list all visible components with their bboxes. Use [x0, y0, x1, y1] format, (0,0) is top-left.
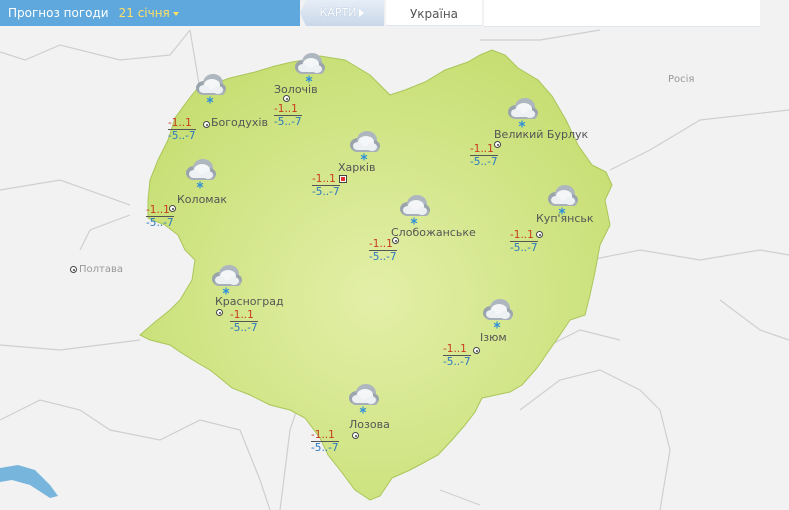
- city-dot-icon: [283, 95, 290, 102]
- night-temperature: -5..-7: [470, 156, 498, 168]
- city-dot-icon: [352, 432, 359, 439]
- forecast-title-tab: Прогноз погоди 21 січня: [0, 0, 300, 26]
- day-temperature: -1..1: [470, 143, 498, 156]
- maps-tab[interactable]: КАРТИ: [300, 0, 384, 26]
- city-name[interactable]: Харків: [338, 161, 375, 174]
- night-temperature: -5..-7: [274, 116, 302, 128]
- city-name[interactable]: Коломак: [177, 193, 227, 206]
- city-dot-icon: [203, 121, 210, 128]
- night-temperature: -5..-7: [311, 442, 339, 454]
- day-temperature: -1..1: [443, 343, 471, 356]
- city-name[interactable]: Богодухів: [211, 116, 268, 129]
- cloud-snow-icon: [350, 131, 380, 161]
- day-temperature: -1..1: [230, 309, 258, 322]
- country-label-russia: Росія: [668, 74, 695, 85]
- city-name[interactable]: Красноград: [215, 295, 284, 308]
- region-tab-ukraine[interactable]: Україна: [386, 0, 482, 26]
- cloud-snow-icon: [212, 265, 242, 295]
- cloud-snow-icon: [295, 53, 325, 83]
- temperature-block: -1..1 -5..-7: [274, 103, 302, 128]
- night-temperature: -5..-7: [146, 217, 174, 229]
- night-temperature: -5..-7: [168, 130, 196, 142]
- cloud-snow-icon: [186, 159, 216, 189]
- regional-center-icon: [339, 175, 347, 183]
- temperature-block: -1..1 -5..-7: [311, 429, 339, 454]
- night-temperature: -5..-7: [443, 356, 471, 368]
- city-name[interactable]: Великий Бурлук: [494, 128, 588, 141]
- night-temperature: -5..-7: [230, 322, 258, 334]
- night-temperature: -5..-7: [510, 242, 538, 254]
- temperature-block: -1..1 -5..-7: [470, 143, 498, 168]
- region-label: Україна: [409, 7, 459, 21]
- day-temperature: -1..1: [274, 103, 302, 116]
- temperature-block: -1..1 -5..-7: [369, 238, 397, 263]
- temperature-block: -1..1 -5..-7: [510, 229, 538, 254]
- cloud-snow-icon: [483, 299, 513, 329]
- city-name[interactable]: Лозова: [349, 418, 390, 431]
- temperature-block: -1..1 -5..-7: [146, 204, 174, 229]
- cloud-snow-icon: [196, 74, 226, 104]
- top-bar: Прогноз погоди 21 січня КАРТИ Україна: [0, 0, 789, 27]
- day-temperature: -1..1: [146, 204, 174, 217]
- top-bar-filler: [484, 0, 760, 27]
- maps-label: КАРТИ: [319, 6, 357, 19]
- chevron-down-icon: [172, 11, 179, 16]
- city-name[interactable]: Золочів: [274, 83, 318, 96]
- city-dot-icon: [70, 266, 77, 273]
- date-value: 21 січня: [118, 6, 170, 20]
- temperature-block: -1..1 -5..-7: [443, 343, 471, 368]
- forecast-title: Прогноз погоди: [8, 6, 109, 20]
- city-name[interactable]: Куп'янськ: [536, 212, 594, 225]
- temperature-block: -1..1 -5..-7: [168, 117, 196, 142]
- day-temperature: -1..1: [168, 117, 196, 130]
- date-selector[interactable]: 21 січня: [119, 6, 179, 20]
- night-temperature: -5..-7: [312, 186, 340, 198]
- cloud-snow-icon: [400, 195, 430, 225]
- city-dot-icon: [216, 309, 223, 316]
- cloud-snow-icon: [349, 384, 379, 414]
- temperature-block: -1..1 -5..-7: [312, 173, 340, 198]
- temperature-block: -1..1 -5..-7: [230, 309, 258, 334]
- city-label-poltava: Полтава: [79, 264, 124, 275]
- day-temperature: -1..1: [311, 429, 339, 442]
- city-name[interactable]: Слобожанське: [391, 226, 476, 239]
- play-arrow-icon: [359, 9, 365, 17]
- day-temperature: -1..1: [510, 229, 538, 242]
- city-dot-icon: [473, 347, 480, 354]
- river: [0, 465, 58, 498]
- night-temperature: -5..-7: [369, 251, 397, 263]
- day-temperature: -1..1: [369, 238, 397, 251]
- city-name[interactable]: Ізюм: [480, 331, 507, 344]
- day-temperature: -1..1: [312, 173, 340, 186]
- cloud-snow-icon: [508, 98, 538, 128]
